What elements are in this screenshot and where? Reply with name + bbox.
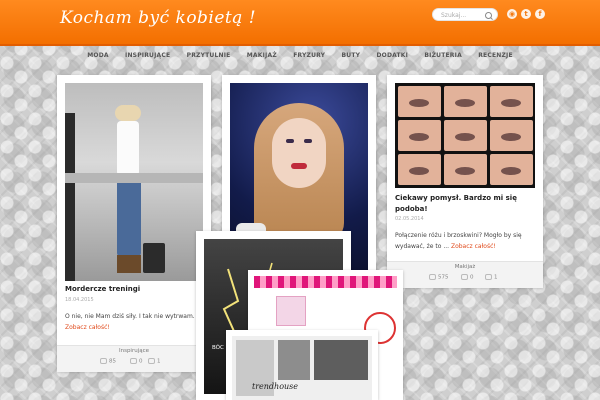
nav-item[interactable]: BIŻUTERIA [424,52,462,59]
twitter-icon[interactable]: t [521,9,531,19]
post-card[interactable]: Mordercze treningi 18.04.2015 O nie, nie… [57,75,211,372]
post-image[interactable] [395,83,535,188]
post-category[interactable]: Inspirujące [57,348,211,354]
post-footer: Makijaż 575 0 1 [387,261,543,288]
nav-item[interactable]: MAKIJAŻ [247,52,277,59]
likes-stat: 1 [485,274,498,281]
post-date: 02.05.2014 [395,216,424,222]
post-category[interactable]: Makijaż [387,264,543,270]
likes-stat: 1 [148,358,161,365]
views-stat: 575 [429,274,449,281]
comments-stat: 0 [130,358,143,365]
comments-icon [130,358,137,364]
post-image[interactable] [65,83,203,281]
nav-item[interactable]: FRYZURY [293,52,325,59]
post-excerpt: Połączenie różu i brzoskwini? Mogło by s… [395,230,535,252]
views-stat: 85 [100,358,116,365]
search-placeholder: Szukaj... [441,12,467,19]
read-more-link[interactable]: Zobacz całość! [451,243,496,250]
post-excerpt: O nie, nie Mam dziś siły. I tak nie wytr… [65,311,205,333]
collage-card[interactable]: trendhouse [226,330,378,400]
nav-item[interactable]: RECENZJE [478,52,513,59]
post-date: 18.04.2015 [65,297,94,303]
nav-item[interactable]: BUTY [341,52,360,59]
site-logo[interactable]: Kocham być kobietą ! [60,8,256,28]
likes-icon [485,274,492,280]
views-icon [100,358,107,364]
post-card[interactable]: Ciekawy pomysł. Bardzo mi się podoba! 02… [387,75,543,288]
nav-item[interactable]: INSPIRUJĄCE [125,52,170,59]
post-footer: Inspirujące 85 0 1 [57,345,211,372]
nav-item[interactable]: PRZYTULNIE [187,52,231,59]
google-plus-icon[interactable]: f [535,9,545,19]
overlay-snippet: BÓC [212,345,224,351]
search-input[interactable]: Szukaj... [432,8,498,21]
likes-icon [148,358,155,364]
comments-stat: 0 [461,274,474,281]
views-icon [429,274,436,280]
post-title[interactable]: Ciekawy pomysł. Bardzo mi się podoba! [395,193,535,215]
comments-icon [461,274,468,280]
site-header: Kocham być kobietą ! Szukaj... ◉ t f [0,0,600,46]
post-title[interactable]: Mordercze treningi [65,285,140,293]
eye-makeup-grid [398,86,533,185]
rss-icon[interactable]: ◉ [507,9,517,19]
search-icon[interactable] [485,12,492,19]
trendhouse-label: trendhouse [252,382,299,391]
nav-item[interactable]: MODA [87,52,109,59]
read-more-link[interactable]: Zobacz całość! [65,324,110,331]
main-nav: MODA INSPIRUJĄCE PRZYTULNIE MAKIJAŻ FRYZ… [0,52,600,59]
nav-item[interactable]: DODATKI [376,52,408,59]
excerpt-text: O nie, nie Mam dziś siły. I tak nie wytr… [65,313,195,320]
fashion-collage-image[interactable]: trendhouse [232,336,372,400]
